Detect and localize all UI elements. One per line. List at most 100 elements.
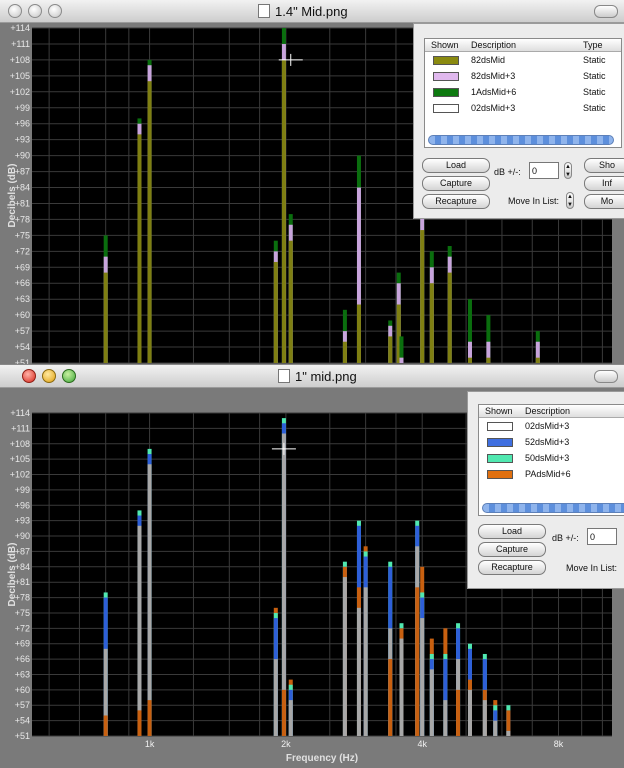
- x-axis-label: Frequency (Hz): [286, 753, 358, 764]
- series-color-swatch[interactable]: [487, 438, 513, 447]
- capture-list[interactable]: Shown Description Type 82dsMid Static 82ds…: [424, 38, 622, 148]
- series-name: 50dsMid+3: [525, 453, 570, 463]
- minimize-button[interactable]: [42, 369, 56, 383]
- zoom-button[interactable]: [48, 4, 62, 18]
- chart-bar: [147, 464, 152, 736]
- close-button[interactable]: [8, 4, 22, 18]
- series-color-swatch[interactable]: [433, 88, 459, 97]
- chart-bar: [103, 272, 108, 363]
- y-tick-label: +114: [10, 408, 30, 418]
- window-1-titlebar[interactable]: 1.4" Mid.png: [0, 0, 624, 23]
- capture-button[interactable]: Capture: [478, 542, 546, 557]
- y-tick-label: +66: [15, 654, 30, 664]
- list-item[interactable]: 82dsMid+3 Static: [425, 68, 621, 84]
- y-tick-label: +54: [15, 342, 30, 352]
- chart-bar: [493, 720, 498, 736]
- window-2-overlay-panel: Shown Description 02dsMid+3 52dsMid+3 50ds…: [467, 391, 624, 589]
- x-tick-label: 4k: [417, 739, 427, 749]
- toolbar-toggle-button[interactable]: [594, 5, 618, 18]
- capture-list-header: Shown Description Type: [425, 39, 621, 52]
- window-2-titlebar[interactable]: 1" mid.png: [0, 365, 624, 388]
- list-item[interactable]: 02dsMid+3 Static: [425, 100, 621, 116]
- list-scrollbar[interactable]: [482, 503, 624, 513]
- series-color-swatch[interactable]: [433, 56, 459, 65]
- list-item[interactable]: 52dsMid+3: [479, 434, 624, 450]
- window-1-title: 1.4" Mid.png: [258, 4, 348, 19]
- series-name: 02dsMid+3: [525, 421, 570, 431]
- chart-bar: [288, 700, 293, 736]
- document-icon: [258, 4, 270, 18]
- y-axis-label: Decibels (dB): [7, 543, 18, 607]
- y-tick-label: +57: [15, 326, 30, 336]
- y-tick-label: +108: [10, 55, 30, 65]
- load-button[interactable]: Load: [478, 524, 546, 539]
- y-tick-label: +99: [15, 103, 30, 113]
- header-description[interactable]: Description: [471, 40, 516, 50]
- chart-bar: [420, 230, 425, 363]
- zoom-button[interactable]: [62, 369, 76, 383]
- list-scrollbar[interactable]: [428, 135, 614, 145]
- db-input[interactable]: 0: [587, 528, 617, 545]
- db-label: dB +/-:: [552, 533, 579, 543]
- list-item[interactable]: 82dsMid Static: [425, 52, 621, 68]
- document-icon: [278, 369, 290, 383]
- close-button[interactable]: [22, 369, 36, 383]
- capture-button[interactable]: Capture: [422, 176, 490, 191]
- chart-bar: [273, 659, 278, 736]
- series-color-swatch[interactable]: [433, 104, 459, 113]
- header-description[interactable]: Description: [525, 406, 570, 416]
- series-name: PAdsMid+6: [525, 469, 571, 479]
- chart-bar: [429, 283, 434, 363]
- header-type[interactable]: Type: [583, 40, 603, 50]
- chart-bar: [388, 659, 393, 736]
- recapture-button[interactable]: Recapture: [478, 560, 546, 575]
- toolbar-toggle-button[interactable]: [594, 370, 618, 383]
- list-item[interactable]: 1AdsMid+6 Static: [425, 84, 621, 100]
- chart-bar: [342, 577, 347, 736]
- y-tick-label: +102: [10, 87, 30, 97]
- chart-bar: [288, 240, 293, 363]
- series-color-swatch[interactable]: [487, 422, 513, 431]
- info-button[interactable]: Inf: [584, 176, 624, 191]
- series-type: Static: [583, 55, 606, 65]
- window-1-title-text: 1.4" Mid.png: [275, 4, 348, 19]
- y-tick-label: +72: [15, 623, 30, 633]
- chart-bar: [356, 304, 361, 363]
- y-tick-label: +75: [15, 608, 30, 618]
- minimize-button[interactable]: [28, 4, 42, 18]
- window-2-title-text: 1" mid.png: [295, 369, 357, 384]
- y-tick-label: +111: [11, 423, 30, 433]
- db-stepper[interactable]: ▲ ▼: [564, 162, 572, 179]
- series-color-swatch[interactable]: [487, 470, 513, 479]
- series-name: 02dsMid+3: [471, 103, 516, 113]
- chart-bar: [147, 700, 152, 736]
- y-axis-label: Decibels (dB): [7, 164, 18, 228]
- chart-bar: [363, 587, 368, 736]
- load-button[interactable]: Load: [422, 158, 490, 173]
- capture-list[interactable]: Shown Description 02dsMid+3 52dsMid+3 50ds…: [478, 404, 624, 516]
- series-color-swatch[interactable]: [433, 72, 459, 81]
- series-name: 82dsMid+3: [471, 71, 516, 81]
- window-2-title: 1" mid.png: [278, 369, 357, 384]
- list-item[interactable]: 50dsMid+3: [479, 450, 624, 466]
- db-input[interactable]: 0: [529, 162, 559, 179]
- chart-bar: [467, 357, 472, 363]
- y-tick-label: +99: [15, 485, 30, 495]
- list-item[interactable]: 02dsMid+3: [479, 418, 624, 434]
- show-button[interactable]: Sho: [584, 158, 624, 173]
- y-tick-label: +75: [15, 230, 30, 240]
- list-item[interactable]: PAdsMid+6: [479, 466, 624, 482]
- series-type: Static: [583, 87, 606, 97]
- chart-bar: [356, 607, 361, 736]
- y-tick-label: +69: [15, 262, 30, 272]
- series-color-swatch[interactable]: [487, 454, 513, 463]
- header-shown[interactable]: Shown: [485, 406, 513, 416]
- move-stepper[interactable]: ▲ ▼: [566, 192, 574, 209]
- header-shown[interactable]: Shown: [431, 40, 459, 50]
- more-button[interactable]: Mo: [584, 194, 624, 209]
- chart-bar: [420, 618, 425, 736]
- recapture-button[interactable]: Recapture: [422, 194, 490, 209]
- chart-bar: [103, 715, 108, 736]
- x-tick-label: 8k: [554, 739, 564, 749]
- chart-bar: [137, 525, 142, 736]
